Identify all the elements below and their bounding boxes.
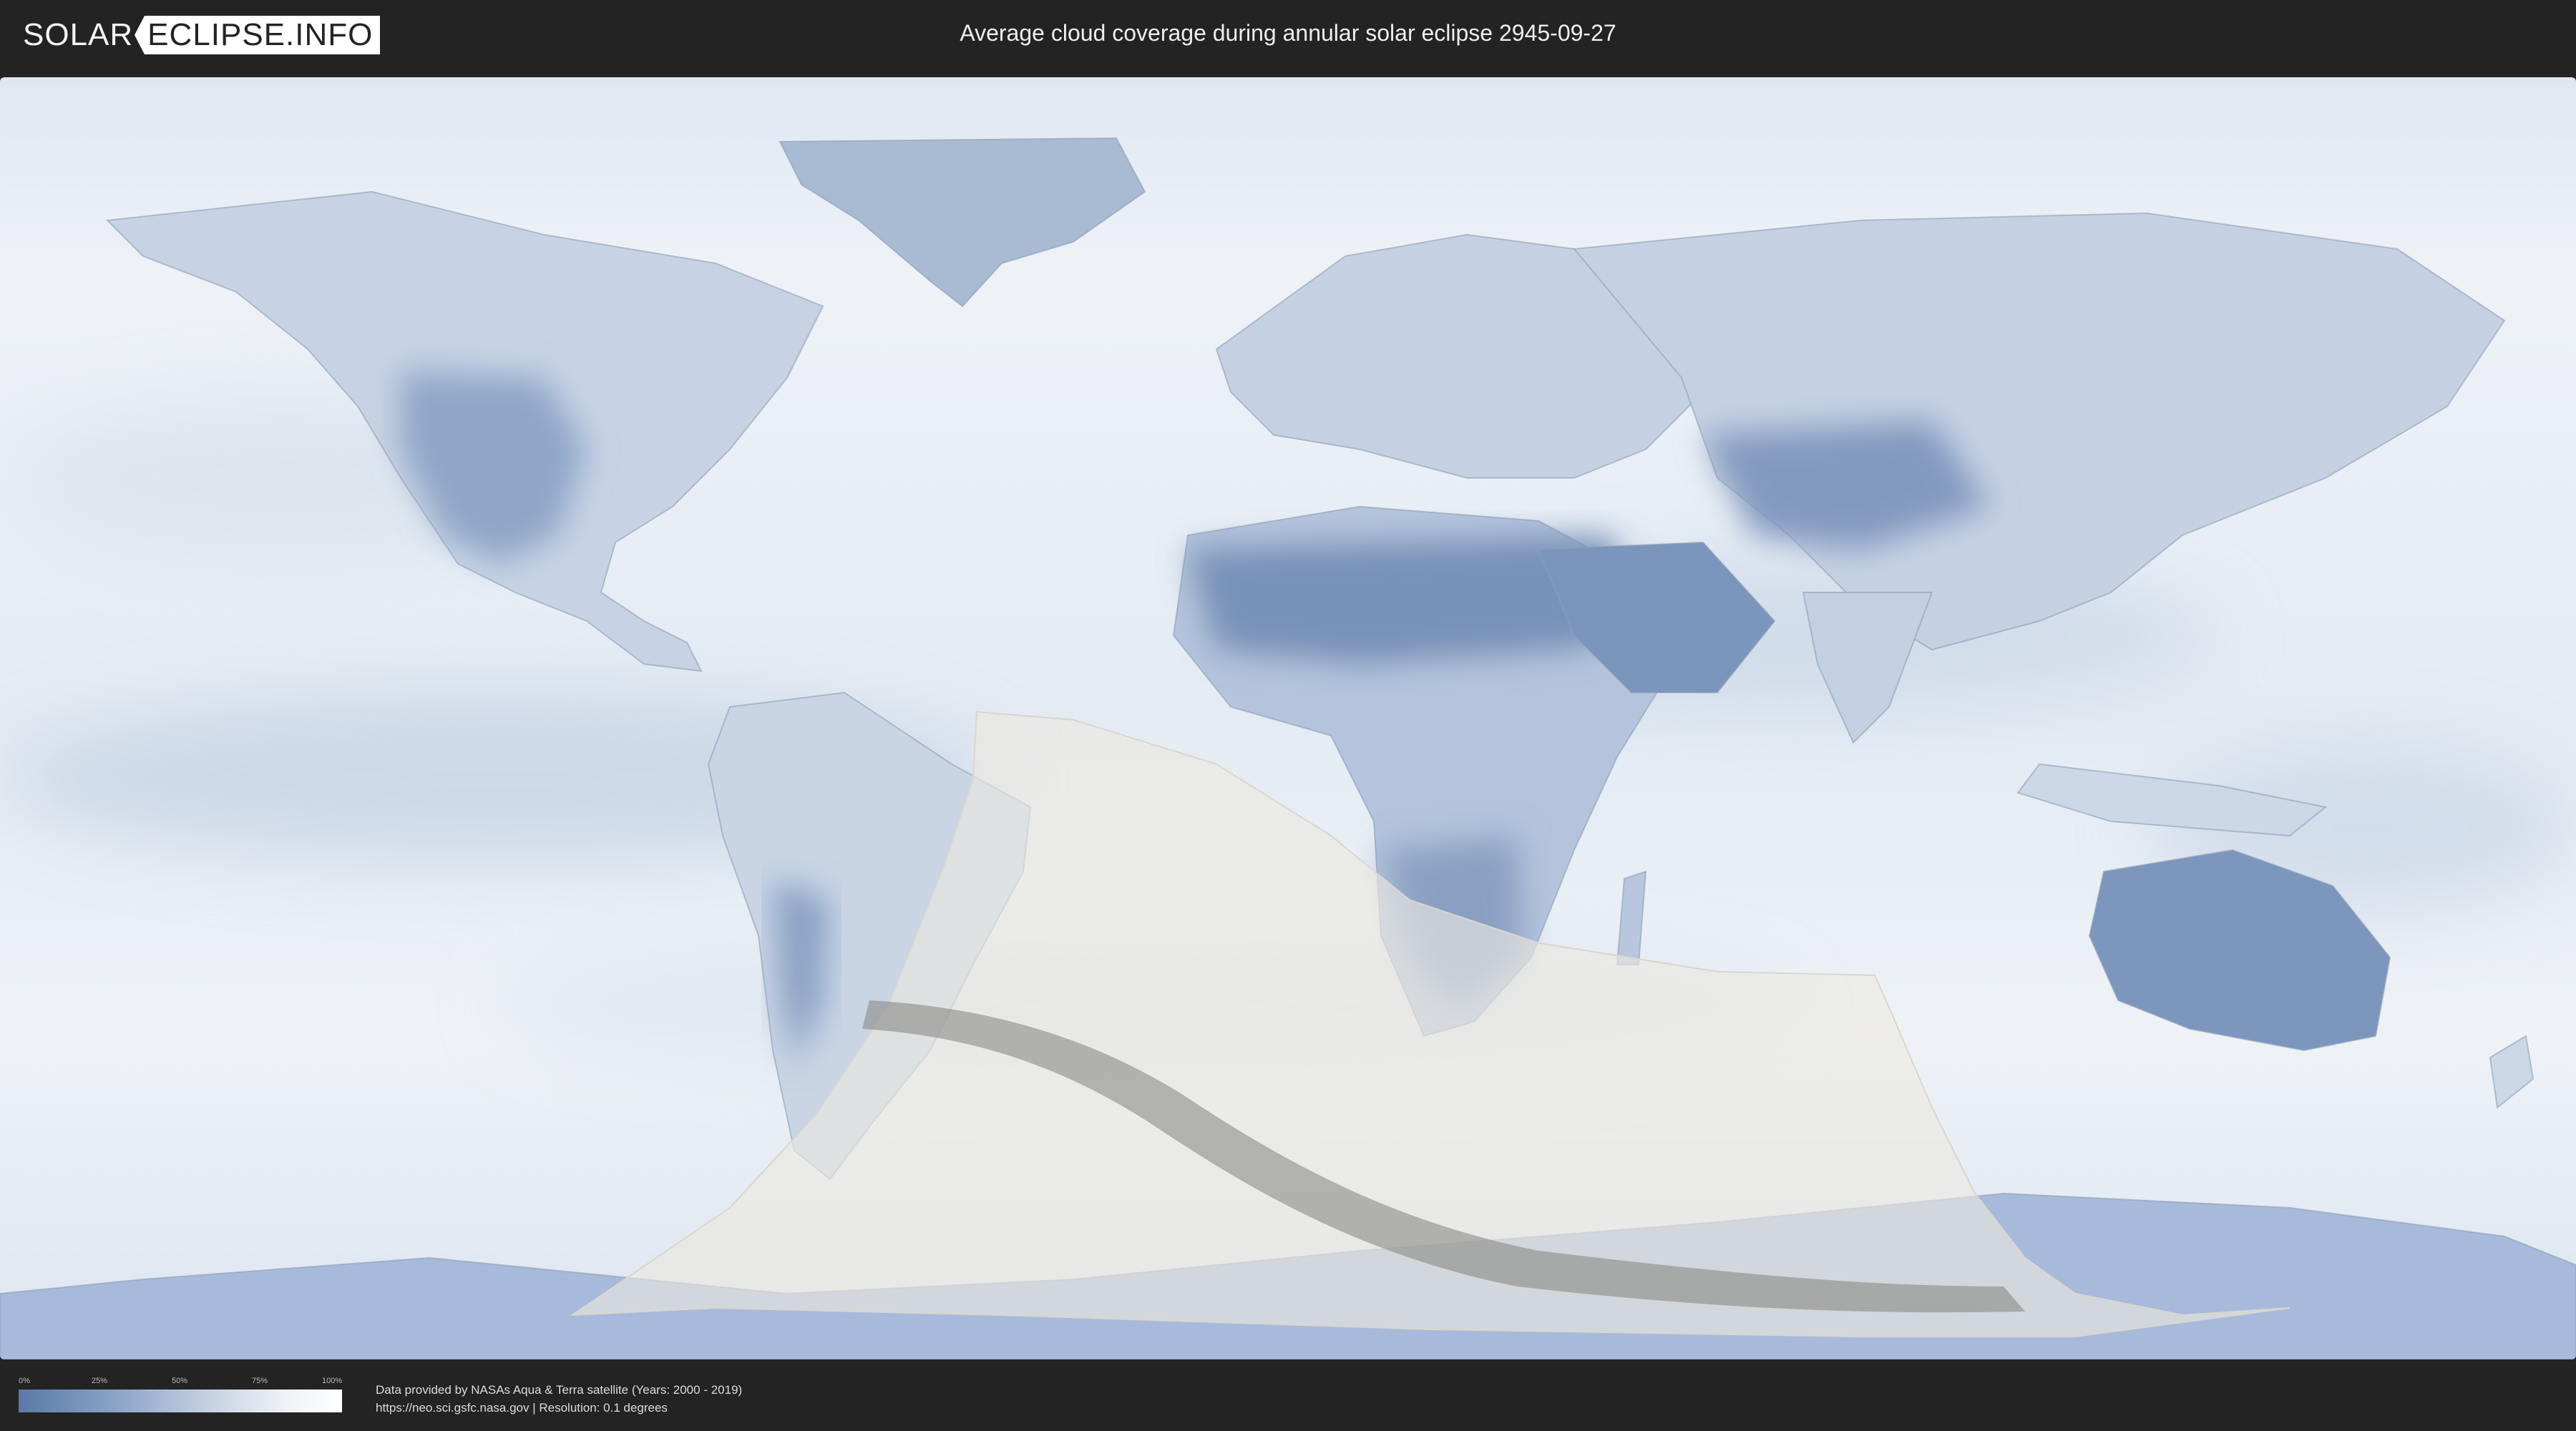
cloud-coverage-legend: 0% 25% 50% 75% 100% xyxy=(19,1377,342,1412)
footer-bar: 0% 25% 50% 75% 100% Data provided by NAS… xyxy=(0,1359,2576,1431)
credit-line-source: Data provided by NASAs Aqua & Terra sate… xyxy=(376,1383,743,1397)
legend-tick-75: 75% xyxy=(252,1377,268,1385)
legend-tick-50: 50% xyxy=(172,1377,188,1385)
legend-tick-100: 100% xyxy=(322,1377,343,1385)
page-title: Average cloud coverage during annular so… xyxy=(960,20,1616,46)
legend-color-bar xyxy=(19,1390,342,1412)
header-bar: SOLAR ECLIPSE.INFO Average cloud coverag… xyxy=(0,0,2576,72)
data-credits: Data provided by NASAs Aqua & Terra sate… xyxy=(376,1381,742,1417)
legend-ticks: 0% 25% 50% 75% 100% xyxy=(19,1377,342,1388)
world-map-svg xyxy=(0,77,2576,1359)
legend-tick-25: 25% xyxy=(92,1377,108,1385)
cloud-coverage-map[interactable] xyxy=(0,77,2576,1359)
credit-line-url[interactable]: https://neo.sci.gsfc.nasa.gov | Resoluti… xyxy=(376,1399,742,1417)
legend-tick-0: 0% xyxy=(19,1377,30,1385)
